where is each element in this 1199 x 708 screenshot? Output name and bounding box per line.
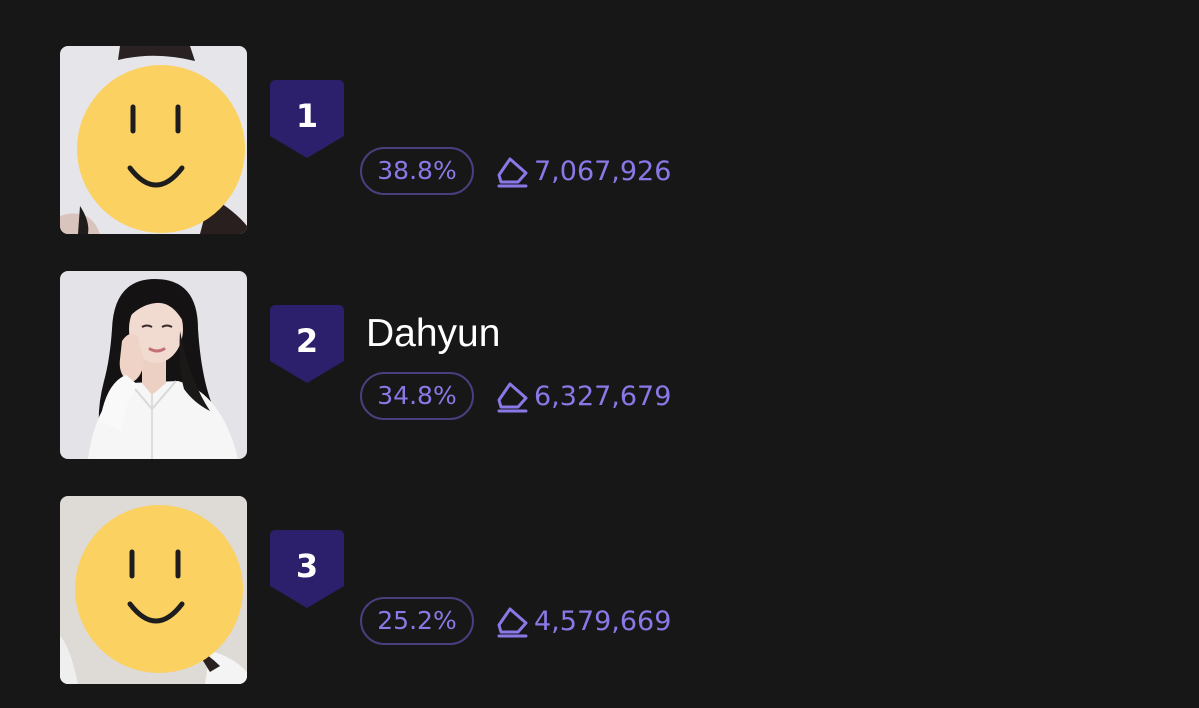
vote-total: 6,327,679 (496, 375, 671, 419)
member-photo (60, 496, 247, 684)
diamond-vote-icon (497, 157, 528, 188)
rank-badge: 3 (270, 530, 344, 608)
member-name: Dahyun (366, 312, 501, 355)
vote-count: 6,327,679 (534, 381, 672, 412)
vote-percentage: 34.8% (360, 372, 474, 420)
vote-total: 7,067,926 (496, 150, 671, 194)
diamond-vote-icon (497, 607, 528, 638)
rank-badge: 1 (270, 80, 344, 158)
vote-count: 4,579,669 (534, 606, 672, 637)
vote-percentage: 38.8% (360, 147, 474, 195)
vote-percentage: 25.2% (360, 597, 474, 645)
ranking-row-1[interactable]: 1 38.8% 7,067,926 (60, 46, 760, 234)
ranking-row-3[interactable]: 3 25.2% 4,579,669 (60, 496, 760, 684)
ranking-row-2[interactable]: 2 Dahyun 34.8% 6,327,679 (60, 271, 760, 459)
diamond-vote-icon (497, 382, 528, 413)
rank-number: 3 (295, 547, 319, 585)
rank-number: 1 (295, 97, 319, 135)
ranking-list: 1 38.8% 7,067,926 2 Dahyun 34.8% 6,327,6… (0, 0, 1199, 708)
smiley-covered-photo (60, 496, 247, 684)
member-photo (60, 271, 247, 459)
member-photo (60, 46, 247, 234)
rank-number: 2 (295, 322, 319, 360)
vote-count: 7,067,926 (534, 156, 672, 187)
portrait-photo (60, 271, 247, 459)
vote-total: 4,579,669 (496, 600, 671, 644)
rank-badge: 2 (270, 305, 344, 383)
smiley-covered-photo (60, 46, 247, 234)
